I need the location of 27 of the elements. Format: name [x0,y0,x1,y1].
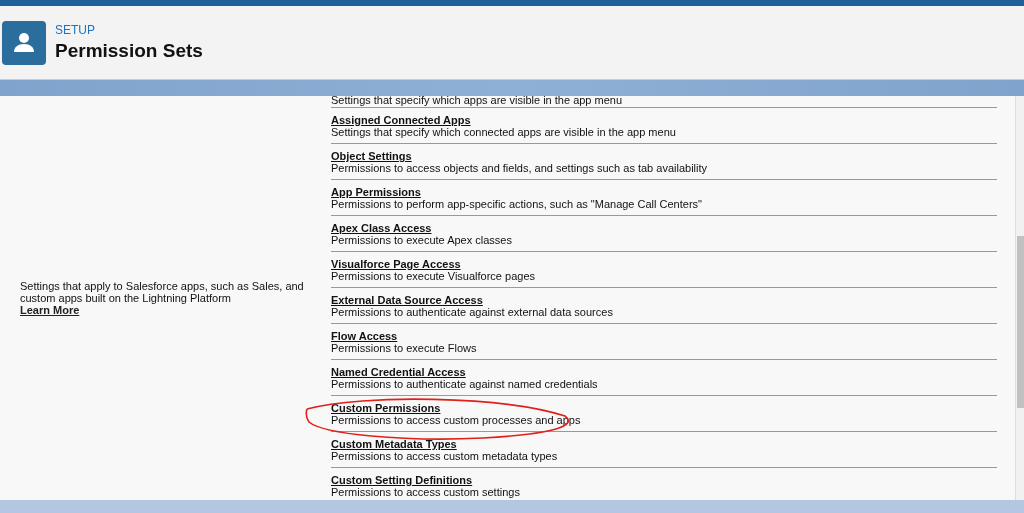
learn-more-link[interactable]: Learn More [20,304,80,316]
scrollbar[interactable] [1015,96,1024,500]
permission-description: Permissions to access custom settings [331,486,520,498]
permission-description: Permissions to access objects and fields, and settings such as tab availability [331,162,708,174]
permission-description: Permissions to authenticate against external data sources [331,306,613,318]
permission-link[interactable]: Apex Class Access [331,222,432,234]
permission-description: Permissions to execute Apex classes [331,234,512,246]
permission-link[interactable]: App Permissions [331,186,421,198]
permission-description: Settings that specify which connected apps are visible in the app menu [331,126,676,138]
page-title: Permission Sets [55,40,203,62]
permission-link[interactable]: Custom Metadata Types [331,438,457,450]
permission-link[interactable]: Named Credential Access [331,366,466,378]
breadcrumb-label: SETUP [55,23,96,37]
permission-description: Permissions to execute Flows [331,342,477,354]
permission-description: Permissions to access custom metadata types [331,450,558,462]
permission-description: Permissions to authenticate against named credentials [331,378,598,390]
permission-link[interactable]: Assigned Connected Apps [331,114,471,126]
permission-description: Settings that specify which apps are visible in the app menu [331,96,623,106]
permission-link[interactable]: Visualforce Page Access [331,258,461,270]
permission-link[interactable]: Custom Permissions [331,402,441,414]
permission-link[interactable]: Object Settings [331,150,412,162]
section-description: Settings that apply to Salesforce apps, such as Sales, and custom apps built on the Lightning Platform [20,280,305,304]
permission-link[interactable]: Flow Access [331,330,398,342]
permission-description: Permissions to perform app-specific actions, such as "Manage Call Centers" [331,198,702,210]
permission-description: Permissions to execute Visualforce pages [331,270,535,282]
permission-link[interactable]: Custom Setting Definitions [331,474,473,486]
permission-link[interactable]: External Data Source Access [331,294,483,306]
